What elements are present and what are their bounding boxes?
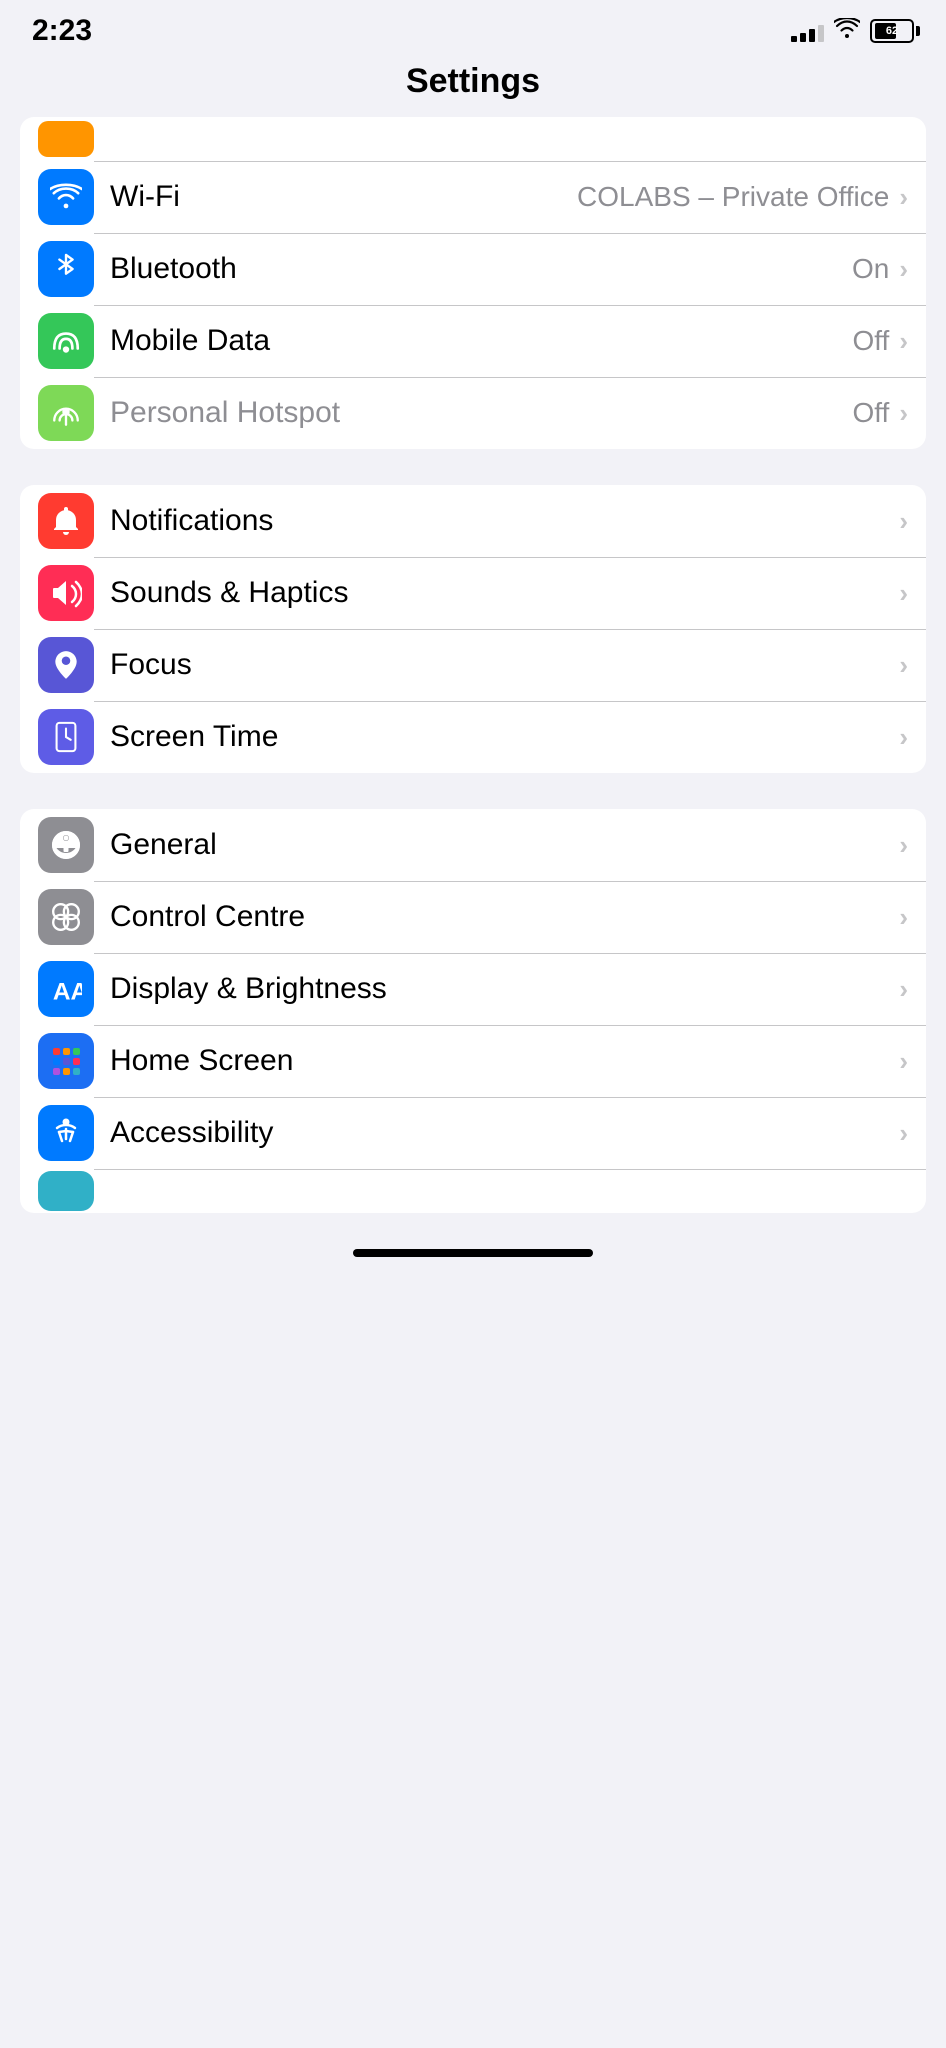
display-icon-wrapper: AA <box>38 961 94 1017</box>
bluetooth-label: Bluetooth <box>110 252 852 286</box>
home-screen-icon-wrapper <box>38 1033 94 1089</box>
display-label: Display & Brightness <box>110 972 899 1006</box>
mobile-data-value: Off <box>852 325 889 357</box>
mobile-data-label: Mobile Data <box>110 324 852 358</box>
notifications-icon-wrapper <box>38 493 94 549</box>
hotspot-icon-wrapper <box>38 385 94 441</box>
wifi-value: COLABS – Private Office <box>577 181 889 213</box>
airplane-icon <box>38 121 94 157</box>
hotspot-label: Personal Hotspot <box>110 396 852 430</box>
general-row[interactable]: General › <box>20 809 926 881</box>
home-screen-label: Home Screen <box>110 1044 899 1078</box>
focus-label: Focus <box>110 648 899 682</box>
control-centre-row[interactable]: Control Centre › <box>20 881 926 953</box>
accessibility-chevron: › <box>899 1118 908 1149</box>
display-brightness-row[interactable]: AA Display & Brightness › <box>20 953 926 1025</box>
mobile-data-chevron: › <box>899 326 908 357</box>
screen-time-chevron: › <box>899 722 908 753</box>
screen-time-label: Screen Time <box>110 720 899 754</box>
notifications-label: Notifications <box>110 504 899 538</box>
bluetooth-row[interactable]: Bluetooth On › <box>20 233 926 305</box>
status-icons: 62 <box>791 18 914 44</box>
sounds-chevron: › <box>899 578 908 609</box>
general-group: General › Control Centre › AA Display & … <box>20 809 926 1213</box>
partial-bottom-row[interactable] <box>20 1169 926 1213</box>
general-chevron: › <box>899 830 908 861</box>
notifications-group: Notifications › Sounds & Haptics › Focus… <box>20 485 926 773</box>
airplane-row[interactable] <box>20 117 926 161</box>
notifications-chevron: › <box>899 506 908 537</box>
general-icon-wrapper <box>38 817 94 873</box>
general-label: General <box>110 828 899 862</box>
partial-icon-bottom <box>38 1171 94 1211</box>
mobile-data-row[interactable]: Mobile Data Off › <box>20 305 926 377</box>
page-title: Settings <box>0 62 946 101</box>
notifications-row[interactable]: Notifications › <box>20 485 926 557</box>
focus-row[interactable]: Focus › <box>20 629 926 701</box>
focus-icon-wrapper <box>38 637 94 693</box>
home-indicator <box>353 1249 593 1257</box>
wifi-status-icon <box>834 18 860 44</box>
sounds-haptics-row[interactable]: Sounds & Haptics › <box>20 557 926 629</box>
status-time: 2:23 <box>32 14 92 48</box>
sounds-icon-wrapper <box>38 565 94 621</box>
control-centre-chevron: › <box>899 902 908 933</box>
signal-icon <box>791 20 824 42</box>
bluetooth-value: On <box>852 253 889 285</box>
display-chevron: › <box>899 974 908 1005</box>
hotspot-value: Off <box>852 397 889 429</box>
sounds-label: Sounds & Haptics <box>110 576 899 610</box>
home-screen-chevron: › <box>899 1046 908 1077</box>
screen-time-row[interactable]: Screen Time › <box>20 701 926 773</box>
svg-text:AA: AA <box>53 978 82 1005</box>
page-title-container: Settings <box>0 54 946 117</box>
accessibility-icon-wrapper <box>38 1105 94 1161</box>
hotspot-chevron: › <box>899 398 908 429</box>
bluetooth-icon-wrapper <box>38 241 94 297</box>
wifi-icon-wrapper <box>38 169 94 225</box>
control-centre-label: Control Centre <box>110 900 899 934</box>
control-centre-icon-wrapper <box>38 889 94 945</box>
accessibility-row[interactable]: Accessibility › <box>20 1097 926 1169</box>
mobile-data-icon-wrapper <box>38 313 94 369</box>
personal-hotspot-row[interactable]: Personal Hotspot Off › <box>20 377 926 449</box>
bluetooth-chevron: › <box>899 254 908 285</box>
wifi-label: Wi-Fi <box>110 180 577 214</box>
battery-icon: 62 <box>870 19 914 43</box>
connectivity-group: Wi-Fi COLABS – Private Office › Bluetoot… <box>20 117 926 449</box>
accessibility-label: Accessibility <box>110 1116 899 1150</box>
status-bar: 2:23 62 <box>0 0 946 54</box>
home-screen-row[interactable]: Home Screen › <box>20 1025 926 1097</box>
screen-time-icon-wrapper <box>38 709 94 765</box>
wifi-chevron: › <box>899 182 908 213</box>
wifi-row[interactable]: Wi-Fi COLABS – Private Office › <box>20 161 926 233</box>
focus-chevron: › <box>899 650 908 681</box>
